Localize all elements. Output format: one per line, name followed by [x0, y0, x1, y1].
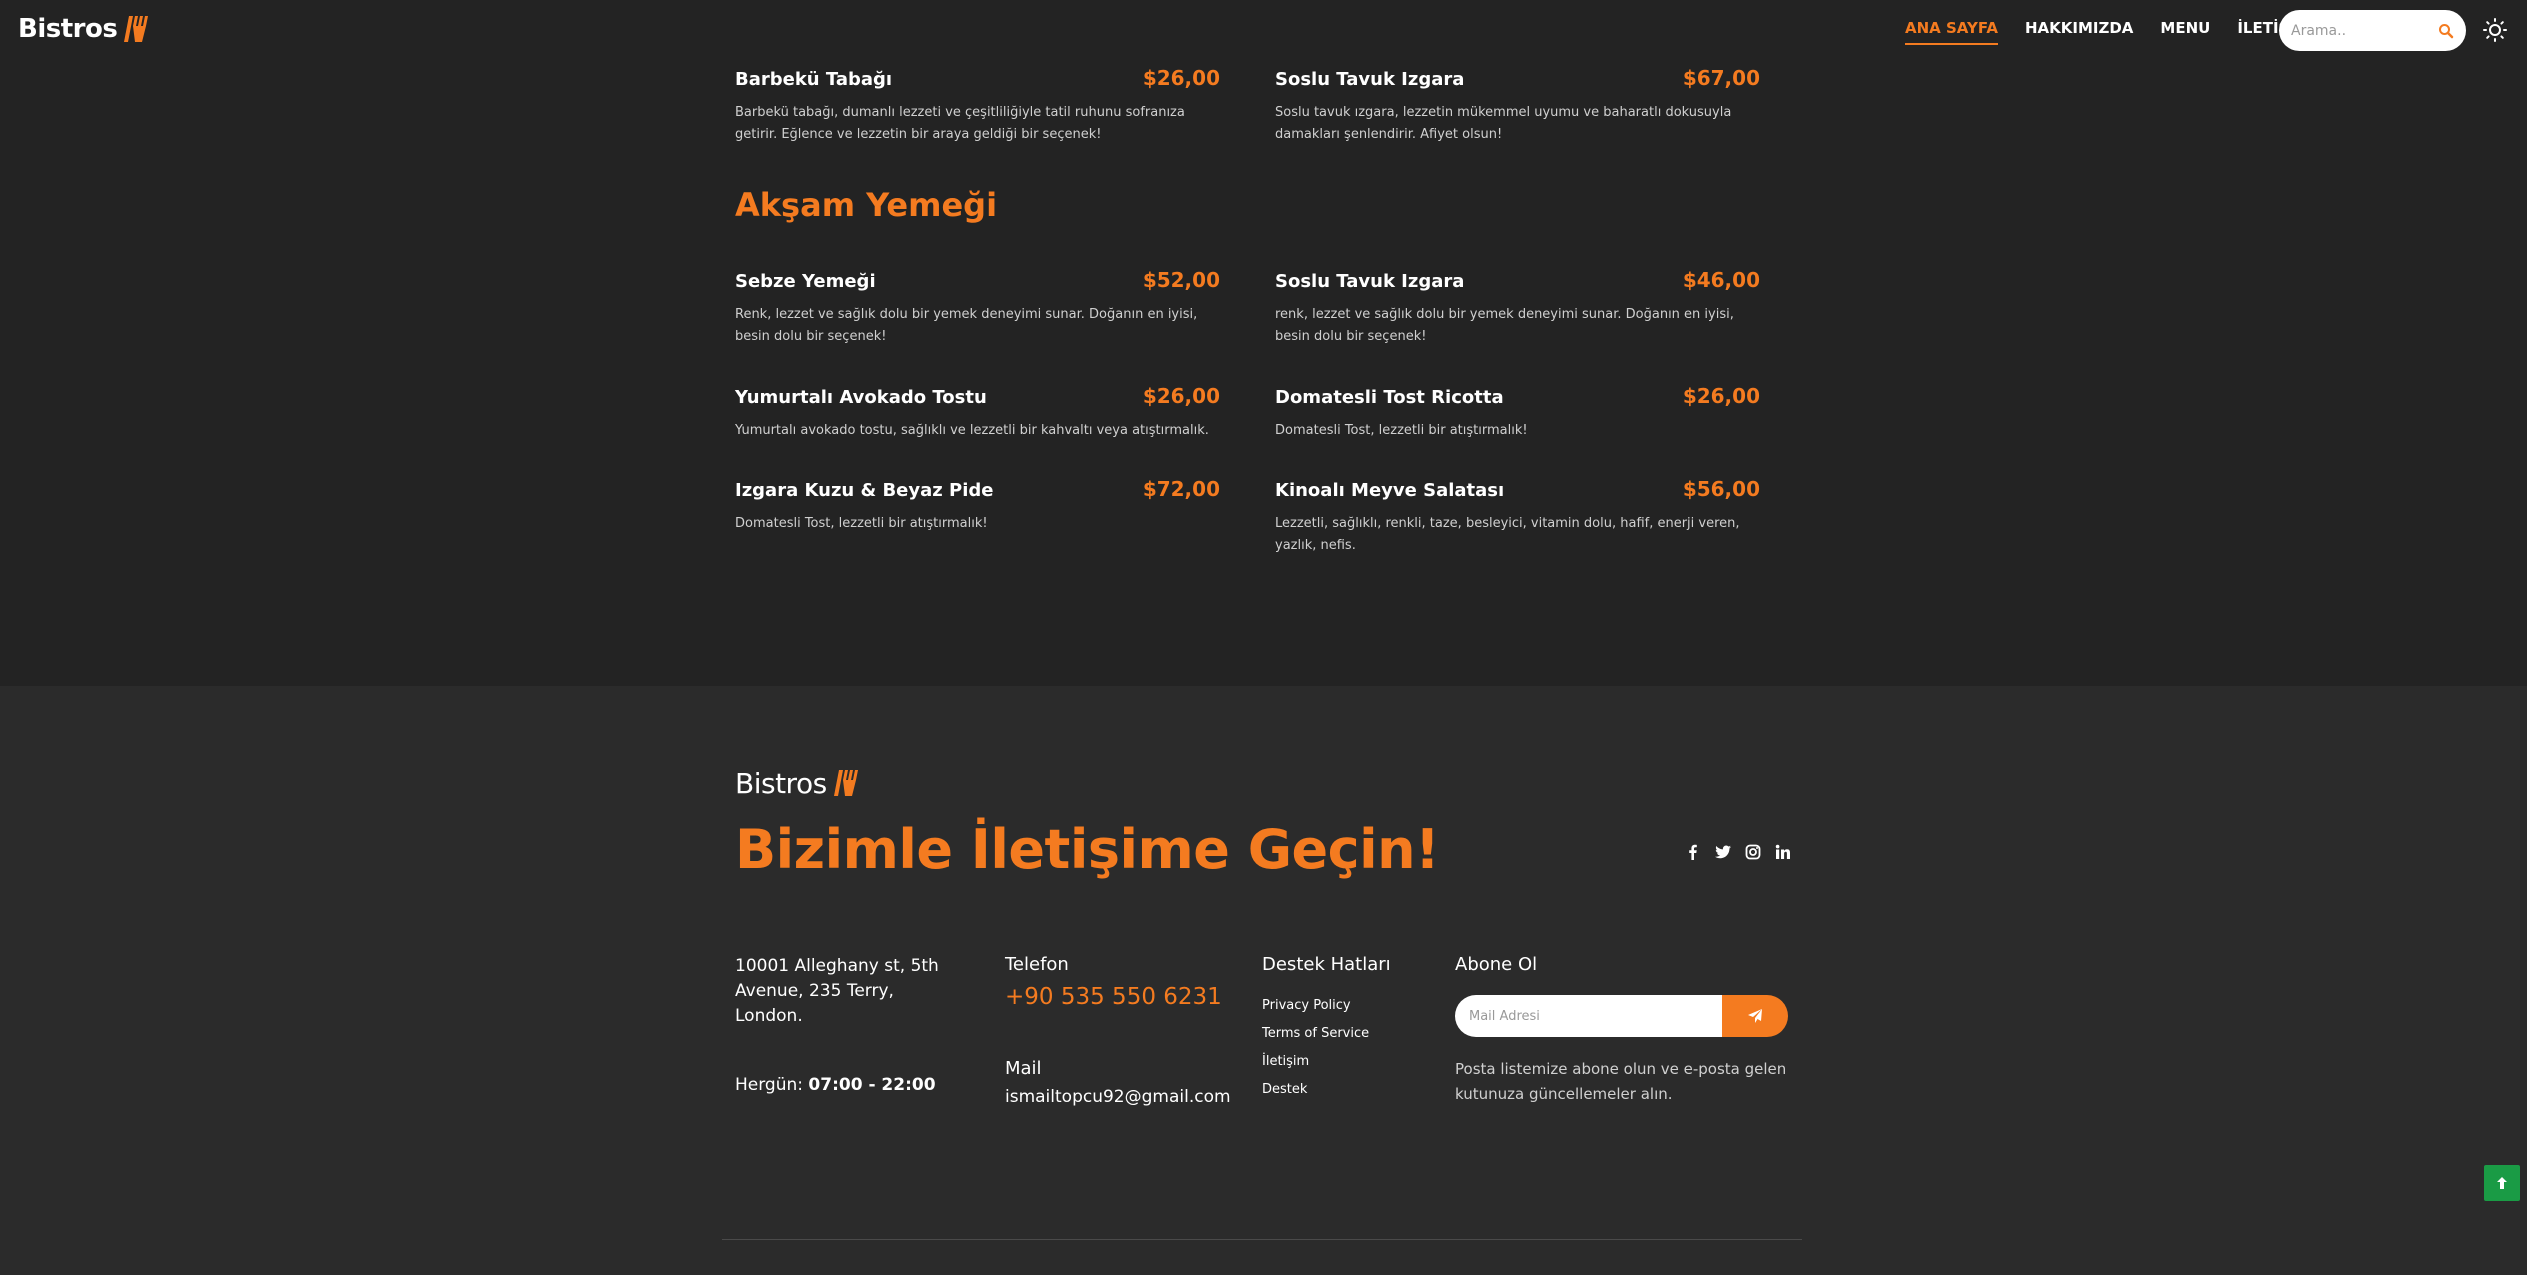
search-box: [2279, 10, 2466, 51]
footer-divider: [722, 1239, 1802, 1240]
email-field[interactable]: [1455, 995, 1722, 1037]
subscribe-note: Posta listemize abone olun ve e-posta ge…: [1455, 1060, 1787, 1103]
hours-label: Hergün:: [735, 1075, 803, 1095]
link-contact[interactable]: İletişim: [1262, 1054, 1391, 1069]
mail-block: Mail ismailtopcu92@gmail.com: [1005, 1058, 1231, 1107]
menu-item-description: Lezzetli, sağlıklı, renkli, taze, besley…: [1275, 516, 1740, 553]
site-header: Bistros ANA SAYFA HAKKIMIZDA MENU İLETİŞ…: [0, 0, 2527, 58]
mail-title: Mail: [1005, 1058, 1042, 1079]
menu-item-name: Soslu Tavuk Izgara: [1275, 271, 1465, 292]
instagram-icon[interactable]: [1745, 844, 1761, 860]
mail-address[interactable]: ismailtopcu92@gmail.com: [1005, 1087, 1231, 1107]
twitter-icon[interactable]: [1715, 844, 1731, 860]
menu-item-price: $26,00: [1142, 66, 1220, 90]
menu-item-description: Renk, lezzet ve sağlık dolu bir yemek de…: [735, 307, 1198, 344]
phone-number[interactable]: +90 535 550 6231: [1005, 984, 1222, 1010]
phone-block: Telefon +90 535 550 6231: [1005, 954, 1222, 1010]
footer-title: Bizimle İletişime Geçin!: [735, 818, 1440, 881]
link-terms-of-service[interactable]: Terms of Service: [1262, 1026, 1391, 1041]
nav-item-menu[interactable]: MENU: [2160, 19, 2210, 45]
arrow-up-icon: [2497, 1177, 2507, 1189]
support-links: Privacy Policy Terms of Service İletişim…: [1262, 998, 1391, 1097]
subscribe-title: Abone Ol: [1455, 954, 1538, 975]
menu-item-description: Domatesli Tost, lezzetli bir atıştırmalı…: [735, 516, 988, 531]
menu-item-price: $46,00: [1682, 268, 1760, 292]
menu-item-price: $26,00: [1682, 384, 1760, 408]
logo-text: Bistros: [18, 14, 118, 44]
subscribe-block: Abone Ol Posta listemize abone olun ve e…: [1455, 954, 1790, 1107]
subscribe-button[interactable]: [1722, 995, 1788, 1037]
menu-item-price: $72,00: [1142, 477, 1220, 501]
nav-item-home[interactable]: ANA SAYFA: [1905, 19, 1998, 45]
menu-item-name: Sebze Yemeği: [735, 271, 876, 292]
menu-item-name: Domatesli Tost Ricotta: [1275, 387, 1504, 408]
menu-item-description: Soslu tavuk ızgara, lezzetin mükemmel uy…: [1275, 105, 1732, 142]
menu-item-name: Soslu Tavuk Izgara: [1275, 69, 1465, 90]
footer-logo[interactable]: Bistros: [735, 766, 865, 800]
menu-item: Soslu Tavuk Izgara $46,00 renk, lezzet v…: [1275, 268, 1760, 348]
facebook-icon[interactable]: [1685, 844, 1701, 860]
paper-plane-icon: [1748, 1009, 1762, 1023]
sun-icon[interactable]: [2483, 18, 2507, 42]
hours-value: 07:00 - 22:00: [808, 1075, 936, 1095]
logo-utensils-icon: [833, 770, 858, 796]
menu-item: Yumurtalı Avokado Tostu $26,00 Yumurtalı…: [735, 384, 1220, 442]
menu-item-name: Izgara Kuzu & Beyaz Pide: [735, 480, 994, 501]
menu-item: Domatesli Tost Ricotta $26,00 Domatesli …: [1275, 384, 1760, 442]
support-links-block: Destek Hatları Privacy Policy Terms of S…: [1262, 954, 1391, 1097]
phone-title: Telefon: [1005, 954, 1069, 975]
main-nav: ANA SAYFA HAKKIMIZDA MENU İLETİŞİM: [1905, 19, 2310, 45]
menu-item: Barbekü Tabağı $26,00 Barbekü tabağı, du…: [735, 66, 1220, 146]
menu-item-name: Yumurtalı Avokado Tostu: [735, 387, 987, 408]
social-links: [1685, 844, 1791, 860]
menu-item-description: Barbekü tabağı, dumanlı lezzeti ve çeşit…: [735, 105, 1185, 142]
menu-item-price: $67,00: [1682, 66, 1760, 90]
menu-item-name: Kinoalı Meyve Salatası: [1275, 480, 1505, 501]
site-logo[interactable]: Bistros: [18, 12, 155, 46]
link-support[interactable]: Destek: [1262, 1082, 1391, 1097]
section-title: Akşam Yemeği: [735, 186, 998, 224]
search-input[interactable]: [2291, 22, 2438, 39]
menu-item-price: $52,00: [1142, 268, 1220, 292]
search-icon[interactable]: [2438, 23, 2454, 39]
back-to-top-button[interactable]: [2484, 1165, 2520, 1201]
site-footer: Bistros Bizimle İletişime Geçin! 10001 A…: [0, 686, 2527, 1275]
menu-item-description: renk, lezzet ve sağlık dolu bir yemek de…: [1275, 307, 1734, 344]
menu-item: Kinoalı Meyve Salatası $56,00 Lezzetli, …: [1275, 477, 1760, 557]
address-text: 10001 Alleghany st, 5th Avenue, 235 Terr…: [735, 956, 939, 1026]
menu-item: Sebze Yemeği $52,00 Renk, lezzet ve sağl…: [735, 268, 1220, 348]
footer-logo-text: Bistros: [735, 766, 827, 800]
opening-hours: Hergün: 07:00 - 22:00: [735, 1075, 936, 1095]
menu-item-price: $26,00: [1142, 384, 1220, 408]
subscribe-form: [1455, 995, 1788, 1037]
menu-item-description: Domatesli Tost, lezzetli bir atıştırmalı…: [1275, 423, 1528, 438]
menu-item-price: $56,00: [1682, 477, 1760, 501]
logo-utensils-icon: [124, 16, 149, 42]
menu-item: Soslu Tavuk Izgara $67,00 Soslu tavuk ız…: [1275, 66, 1760, 146]
menu-item: Izgara Kuzu & Beyaz Pide $72,00 Domatesl…: [735, 477, 1220, 535]
menu-item-description: Yumurtalı avokado tostu, sağlıklı ve lez…: [735, 423, 1209, 438]
linkedin-icon[interactable]: [1775, 844, 1791, 860]
link-privacy-policy[interactable]: Privacy Policy: [1262, 998, 1391, 1013]
nav-item-about[interactable]: HAKKIMIZDA: [2025, 19, 2133, 45]
support-title: Destek Hatları: [1262, 954, 1391, 975]
menu-item-name: Barbekü Tabağı: [735, 69, 893, 90]
